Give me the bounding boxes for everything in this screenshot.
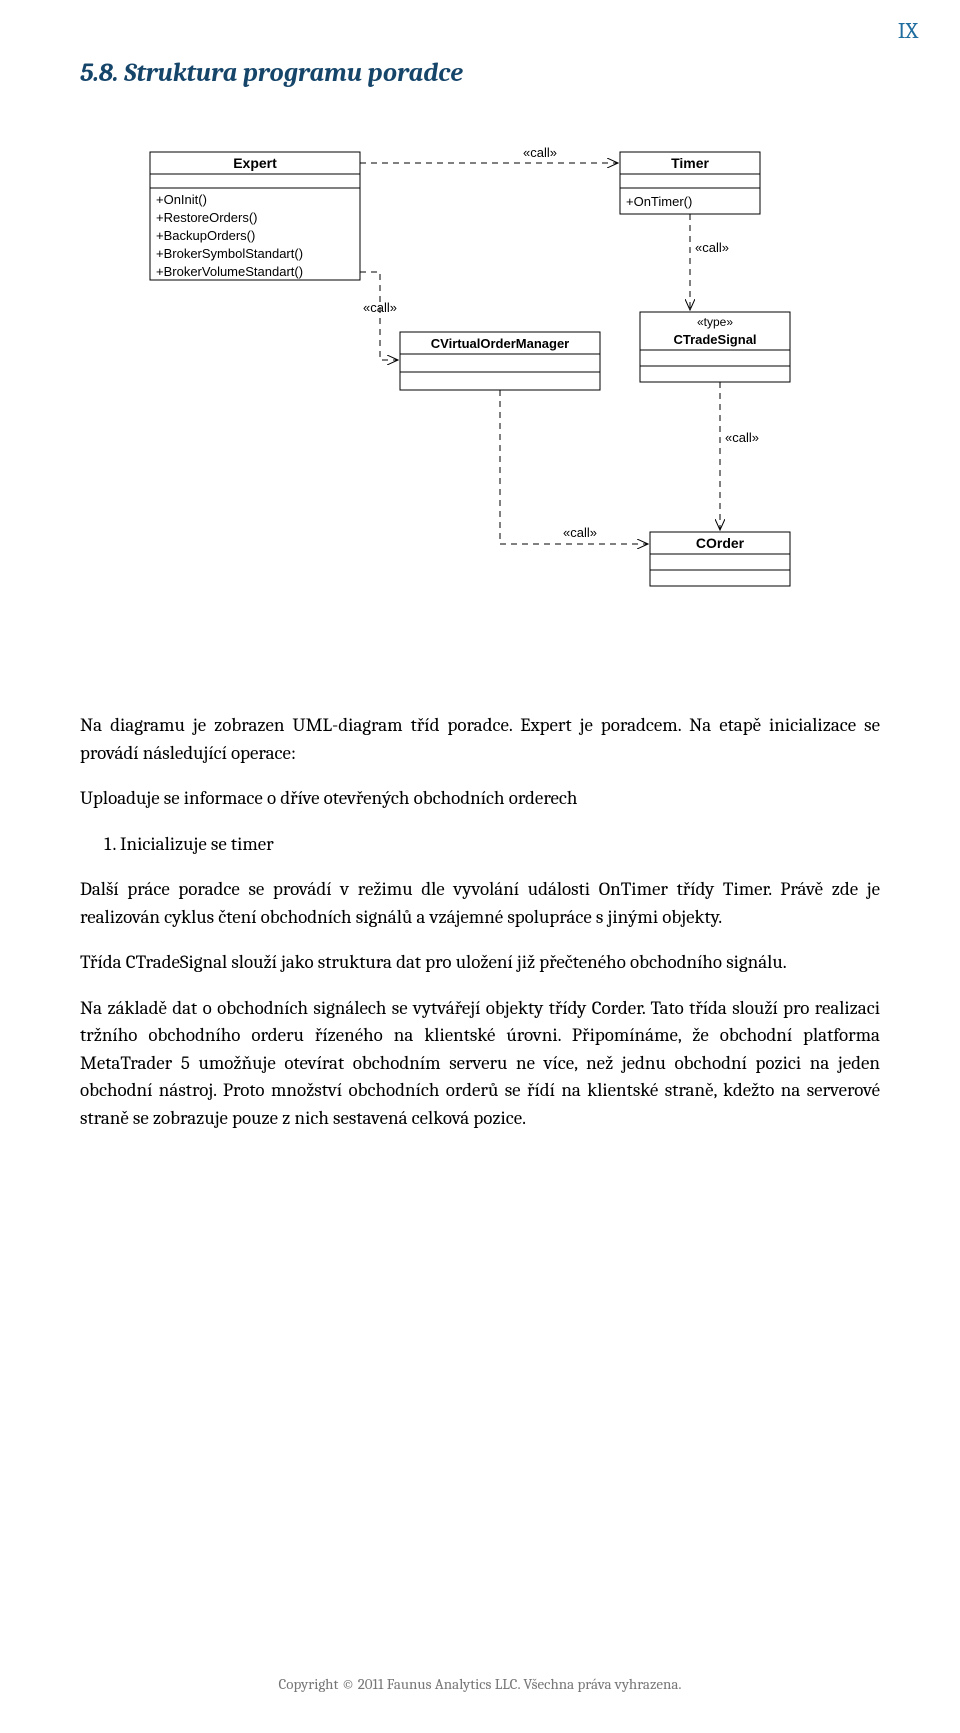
list-item-1: Inicializuje se timer	[120, 831, 880, 859]
dep-expert-cvom	[360, 272, 398, 360]
class-cvom: CVirtualOrderManager	[400, 332, 600, 390]
paragraph-4: Třída CTradeSignal slouží jako struktura…	[80, 949, 880, 977]
uml-diagram: Expert +OnInit() +RestoreOrders() +Backu…	[80, 112, 880, 672]
class-cvom-title: CVirtualOrderManager	[431, 336, 569, 351]
paragraph-2: Uploaduje se informace o dříve otevřenýc…	[80, 785, 880, 813]
expert-op-4: +BrokerVolumeStandart()	[156, 264, 303, 279]
paragraph-1: Na diagramu je zobrazen UML-diagram tříd…	[80, 712, 880, 767]
label-call-3: «call»	[695, 240, 729, 255]
expert-op-2: +BackupOrders()	[156, 228, 255, 243]
paragraph-3: Další práce poradce se provádí v režimu …	[80, 876, 880, 931]
ctradesignal-title: CTradeSignal	[673, 332, 756, 347]
body-text: Na diagramu je zobrazen UML-diagram tříd…	[80, 712, 880, 1133]
expert-op-3: +BrokerSymbolStandart()	[156, 246, 303, 261]
expert-op-0: +OnInit()	[156, 192, 207, 207]
timer-op-0: +OnTimer()	[626, 194, 692, 209]
class-corder: COrder	[650, 532, 790, 586]
dep-cvom-corder	[500, 390, 648, 544]
label-call-4: «call»	[725, 430, 759, 445]
class-expert-title: Expert	[233, 155, 277, 171]
ctradesignal-stereo: «type»	[697, 315, 733, 329]
paragraph-5: Na základě dat o obchodních signálech se…	[80, 995, 880, 1133]
section-heading: 5.8. Struktura programu poradce	[80, 58, 880, 88]
class-ctradesignal: «type» CTradeSignal	[640, 312, 790, 382]
label-call-5: «call»	[563, 525, 597, 540]
expert-op-1: +RestoreOrders()	[156, 210, 258, 225]
footer-copyright: Copyright © 2011 Faunus Analytics LLC. V…	[0, 1675, 960, 1693]
label-call-1: «call»	[523, 145, 557, 160]
class-timer-title: Timer	[671, 155, 709, 171]
class-timer: Timer +OnTimer()	[620, 152, 760, 214]
class-expert: Expert +OnInit() +RestoreOrders() +Backu…	[150, 152, 360, 280]
page-number: IX	[898, 18, 918, 44]
corder-title: COrder	[696, 535, 745, 551]
label-call-2: «call»	[363, 300, 397, 315]
